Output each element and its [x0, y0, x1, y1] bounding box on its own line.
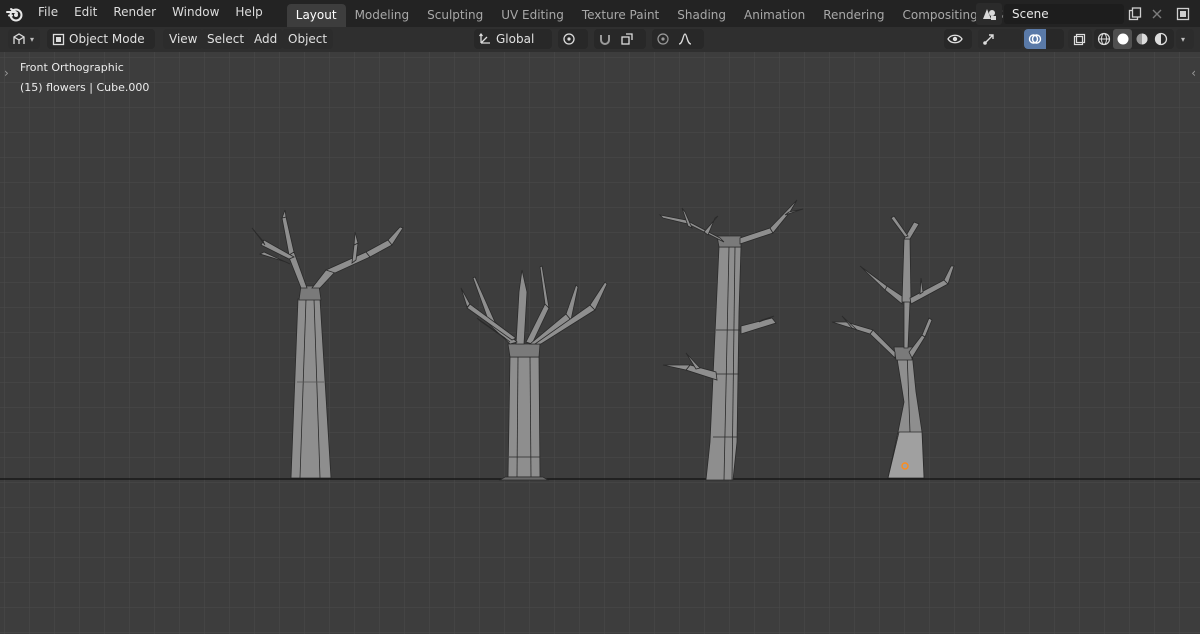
blender-logo-icon[interactable]: [0, 0, 30, 27]
tab-shading[interactable]: Shading: [668, 4, 735, 27]
transform-orientation-dropdown[interactable]: Global: [474, 29, 552, 49]
tab-layout[interactable]: Layout: [286, 4, 346, 27]
menu-select[interactable]: Select: [201, 29, 251, 49]
object-mode-icon: [47, 29, 69, 49]
object-info-label: (15) flowers | Cube.000: [20, 81, 150, 94]
gizmo-icon[interactable]: [978, 29, 1000, 49]
menu-edit[interactable]: Edit: [66, 0, 105, 27]
proportional-editing-icon[interactable]: [652, 29, 674, 49]
scene-browse-icon[interactable]: [976, 2, 1002, 25]
3d-viewport[interactable]: Front Orthographic (15) flowers | Cube.0…: [0, 52, 1200, 634]
menu-view-label: View: [169, 32, 198, 46]
falloff-curve-icon[interactable]: [674, 29, 696, 49]
close-icon[interactable]: [1146, 4, 1168, 24]
viewport-grid: [0, 52, 1200, 634]
menu-view[interactable]: View: [163, 29, 204, 49]
menu-object-label: Object: [288, 32, 328, 46]
xray-icon: [1068, 29, 1090, 49]
menu-render[interactable]: Render: [105, 0, 164, 27]
snapping-group: [594, 29, 646, 49]
mode-label: Object Mode: [69, 32, 145, 46]
viewport-header: ▾ Object Mode View Select Add Object Glo…: [0, 27, 1200, 52]
overlays-icon[interactable]: [1024, 29, 1046, 49]
scene-name-field[interactable]: Scene: [1004, 3, 1124, 24]
top-bar: File Edit Render Window Help Layout Mode…: [0, 0, 1200, 27]
view-name-label: Front Orthographic: [20, 61, 124, 74]
tab-animation[interactable]: Animation: [735, 4, 814, 27]
tab-texture-paint[interactable]: Texture Paint: [573, 4, 668, 27]
menu-select-label: Select: [207, 32, 245, 46]
toolbar-expand-arrow-icon[interactable]: ›: [4, 66, 9, 80]
magnet-icon[interactable]: [594, 29, 616, 49]
sidebar-expand-arrow-icon[interactable]: ‹: [1191, 66, 1196, 80]
viewport-canvas[interactable]: [0, 52, 1200, 634]
tab-sculpting[interactable]: Sculpting: [418, 4, 492, 27]
eye-icon: [944, 29, 966, 49]
overlays-group: [1024, 29, 1064, 49]
wireframe-shading-icon[interactable]: [1094, 29, 1113, 49]
material-preview-icon[interactable]: [1132, 29, 1151, 49]
mode-dropdown[interactable]: Object Mode: [47, 29, 155, 49]
menu-add[interactable]: Add: [248, 29, 284, 49]
view3d-editor-icon: [8, 29, 30, 49]
tab-modeling[interactable]: Modeling: [346, 4, 419, 27]
menu-file[interactable]: File: [30, 0, 66, 27]
new-scene-icon[interactable]: [1124, 4, 1146, 24]
proportional-editing-group: [652, 29, 704, 49]
rendered-shading-icon[interactable]: [1151, 29, 1170, 49]
scene-selector: Scene: [976, 2, 1200, 25]
workspace-tabs: Layout Modeling Sculpting UV Editing Tex…: [286, 0, 1080, 27]
shading-mode-group: [1094, 29, 1174, 49]
tab-uv-editing[interactable]: UV Editing: [492, 4, 573, 27]
object-visibility-button[interactable]: [944, 29, 972, 49]
editor-type-button[interactable]: ▾: [8, 29, 40, 49]
pivot-icon: [558, 29, 580, 49]
tab-rendering[interactable]: Rendering: [814, 4, 893, 27]
view-layer-icon[interactable]: [1172, 4, 1194, 24]
tab-compositing[interactable]: Compositing: [893, 4, 986, 27]
menu-help[interactable]: Help: [227, 0, 270, 27]
menu-add-label: Add: [254, 32, 278, 46]
chevron-down-icon: ▾: [30, 34, 35, 44]
pivot-point-button[interactable]: [558, 29, 588, 49]
menu-object[interactable]: Object: [282, 29, 334, 49]
orientation-label: Global: [496, 32, 535, 46]
chevron-down-icon: ▾: [1181, 34, 1186, 44]
snap-increment-icon[interactable]: [616, 29, 638, 49]
solid-shading-icon[interactable]: [1113, 29, 1132, 49]
orientation-axes-icon: [474, 29, 496, 49]
menu-window[interactable]: Window: [164, 0, 227, 27]
shading-options-button[interactable]: ▾: [1176, 29, 1194, 49]
xray-button[interactable]: [1068, 29, 1092, 49]
gizmo-toggle-group: [978, 29, 1022, 49]
